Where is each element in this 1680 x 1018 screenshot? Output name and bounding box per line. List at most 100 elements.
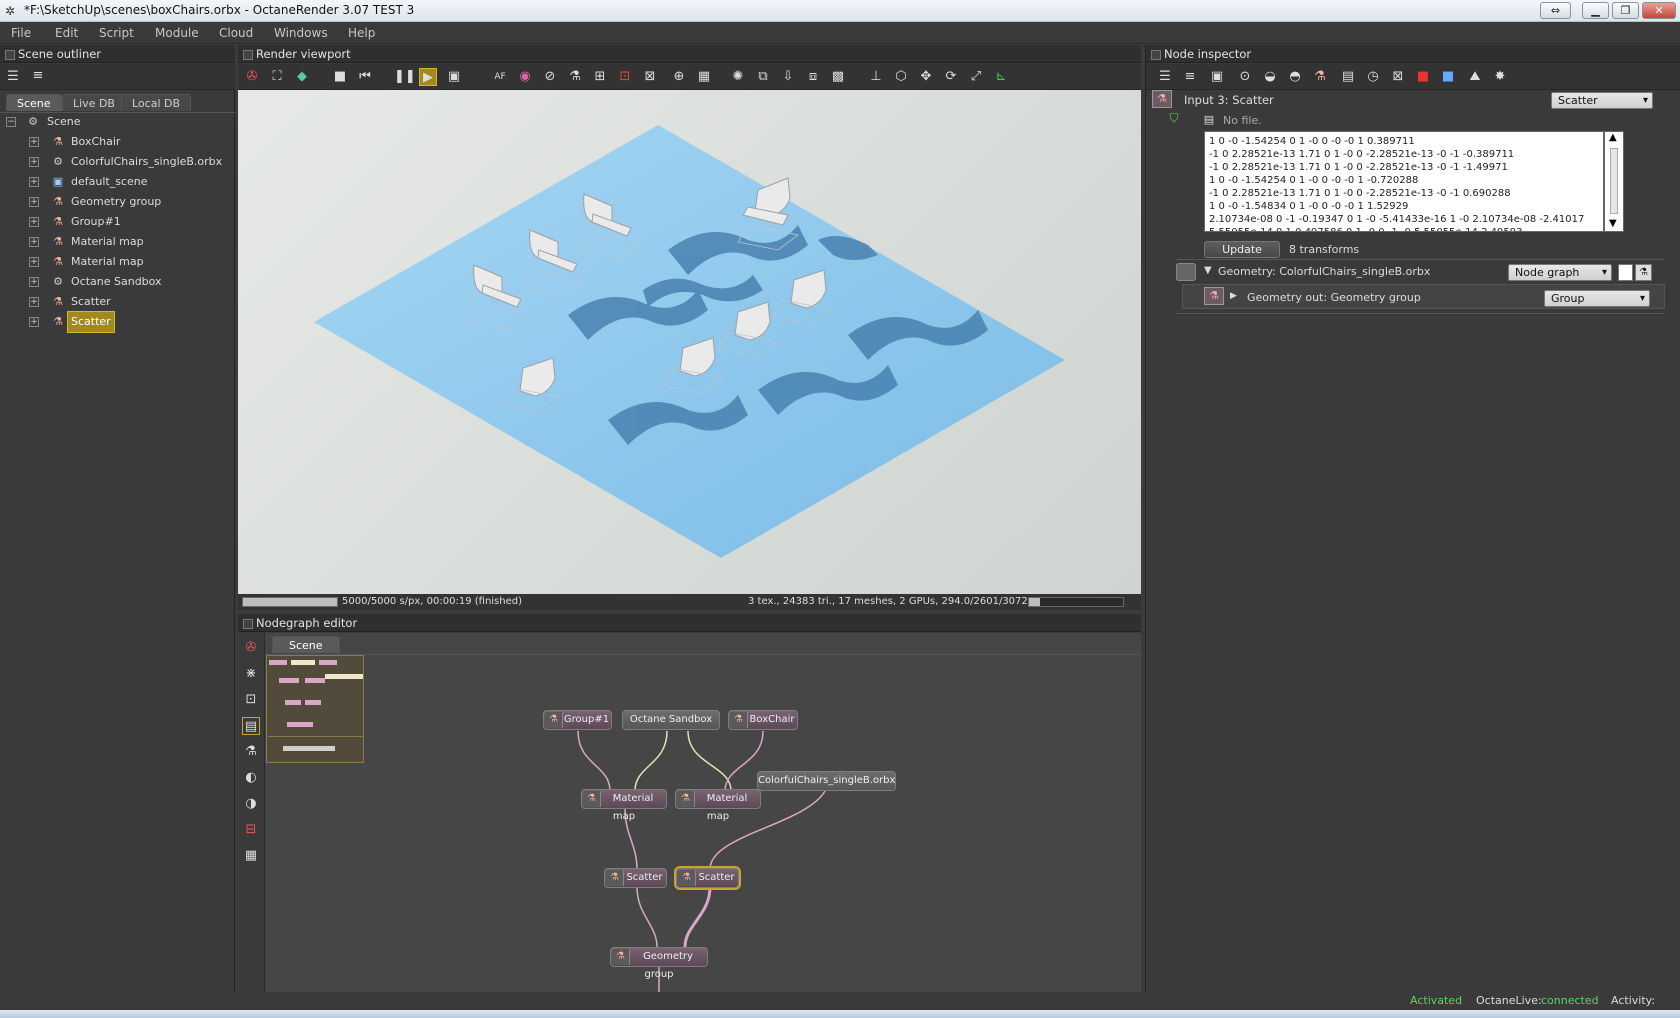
link-options-icon[interactable]: ⚗ [1635, 264, 1652, 281]
box-icon[interactable]: ⬡ [892, 68, 910, 86]
menu-edit[interactable]: Edit [55, 26, 78, 40]
checker-icon[interactable]: ▩ [829, 68, 847, 86]
material-icon[interactable]: ⚗ [566, 68, 584, 86]
tree-item[interactable]: + ⚗ BoxChair [0, 132, 235, 152]
film-icon[interactable]: ◓ [1286, 68, 1304, 86]
geometry-pin-toggle[interactable] [1176, 263, 1196, 281]
copy-icon[interactable]: ⧉ [754, 68, 772, 86]
expand-icon[interactable]: + [29, 257, 39, 267]
close-button[interactable]: ✕ [1642, 2, 1676, 19]
texture-node-icon[interactable]: ◑ [242, 795, 260, 813]
zoom-icon[interactable]: ⊕ [670, 68, 688, 86]
axis-icon[interactable]: ⊾ [992, 68, 1010, 86]
matrix-scrollbar[interactable]: ▲ ▼ [1604, 131, 1624, 232]
tree-item[interactable]: + ⚗ Scatter [0, 311, 235, 333]
minimize-button[interactable]: ▁ [1582, 2, 1609, 19]
menu-cloud[interactable]: Cloud [219, 26, 253, 40]
node-boxchair[interactable]: ⚗ BoxChair [728, 710, 798, 730]
expand-icon[interactable]: + [29, 137, 39, 147]
node-scatter-1[interactable]: ⚗ Scatter [604, 868, 667, 888]
tree-item[interactable]: + ⚙ Octane Sandbox [0, 272, 235, 292]
add-node-icon[interactable]: ⚗ [242, 743, 260, 761]
geometry-out-type-select[interactable]: Group [1544, 290, 1650, 307]
collapse-icon[interactable]: ≡ [1181, 68, 1199, 86]
scroll-down-icon[interactable]: ▼ [1609, 218, 1617, 229]
collapse-icon[interactable]: − [6, 117, 16, 127]
tree-item[interactable]: + ⚗ Material map [0, 252, 235, 272]
pause-icon[interactable]: ❚❚ [394, 68, 416, 86]
tree-item[interactable]: + ⚙ ColorfulChairs_singleB.orbx [0, 152, 235, 172]
menu-windows[interactable]: Windows [274, 26, 328, 40]
tab-live-db[interactable]: Live DB [62, 94, 126, 111]
image-icon[interactable]: ▣ [1208, 68, 1226, 86]
material-node-icon[interactable]: ◐ [242, 769, 260, 787]
light-icon[interactable]: ✸ [1491, 68, 1509, 86]
restore-size-icon[interactable]: ⇔ [1540, 2, 1571, 19]
tree-item[interactable]: + ⚗ Material map [0, 232, 235, 252]
tree-item[interactable]: + ⚗ Group#1 [0, 212, 235, 232]
color-picker-icon[interactable]: ◉ [516, 68, 534, 86]
geometry-mode-select[interactable]: Node graph [1508, 264, 1612, 281]
imager-icon[interactable]: ⛰ [1466, 68, 1484, 86]
scroll-thumb[interactable] [1610, 148, 1618, 214]
fit-icon[interactable]: ⊡ [242, 691, 260, 709]
region-render-icon[interactable]: ⛶ [268, 68, 286, 86]
expand-right-icon[interactable]: ▶ [1230, 291, 1237, 301]
object-picker-icon[interactable]: ⊞ [591, 68, 609, 86]
expand-all-icon[interactable]: ☰ [4, 68, 22, 86]
move-icon[interactable]: ✥ [917, 68, 935, 86]
settings-icon[interactable]: ▤ [1339, 68, 1357, 86]
expand-icon[interactable]: ☰ [1156, 68, 1174, 86]
tab-scene-graph[interactable]: Scene [272, 636, 340, 653]
transform-matrix-field[interactable]: 1 0 -0 -1.54254 0 1 -0 0 -0 -0 1 0.38971… [1204, 131, 1604, 232]
rotate-icon[interactable]: ⟳ [942, 68, 960, 86]
menu-help[interactable]: Help [348, 26, 375, 40]
expand-icon[interactable]: + [29, 177, 39, 187]
kernel-icon[interactable]: ⚗ [1311, 68, 1329, 86]
maximize-button[interactable]: ❐ [1612, 2, 1639, 19]
color-swatch[interactable] [1618, 264, 1633, 281]
expand-icon[interactable]: + [29, 157, 39, 167]
node-material-map-1[interactable]: ⚗ Material map [581, 789, 667, 822]
environment-icon[interactable]: ◒ [1261, 68, 1279, 86]
tab-scene[interactable]: Scene [6, 94, 62, 111]
tree-item[interactable]: + ⚗ Geometry group [0, 192, 235, 212]
white-balance-icon[interactable]: ⊘ [541, 68, 559, 86]
reset-render-icon[interactable]: ✇ [243, 68, 261, 86]
scale-icon[interactable]: ⤢ [967, 68, 985, 86]
stop-icon[interactable]: ■ [331, 68, 349, 86]
export-icon[interactable]: ⇩ [779, 68, 797, 86]
collapse-all-icon[interactable]: ≡ [29, 67, 47, 85]
menu-module[interactable]: Module [155, 26, 199, 40]
node-group1[interactable]: ⚗ Group#1 [543, 710, 612, 730]
node-material-map-2[interactable]: ⚗ Material map [675, 789, 761, 822]
arrange-icon[interactable]: ⋇ [242, 665, 260, 683]
grid-snap-icon[interactable]: ▦ [242, 847, 260, 865]
node-geometry-group[interactable]: ⚗ Geometry group [610, 947, 708, 980]
node-colorful-chairs[interactable]: ColorfulChairs_singleB.orbx [757, 771, 896, 791]
minimap-icon[interactable]: ▤ [242, 717, 260, 735]
camera-target-icon[interactable]: ⊡ [616, 68, 634, 86]
tree-root-scene[interactable]: − ⚙ Scene [0, 112, 235, 132]
expand-icon[interactable]: + [29, 277, 39, 287]
layers-icon[interactable]: ⧈ [804, 68, 822, 86]
focus-icon[interactable]: ⊠ [641, 68, 659, 86]
delete-node-icon[interactable]: ✇ [242, 639, 260, 657]
scroll-up-icon[interactable]: ▲ [1609, 132, 1617, 143]
file-icon[interactable]: ▤ [1202, 113, 1216, 127]
expand-icon[interactable]: + [29, 197, 39, 207]
menu-script[interactable]: Script [99, 26, 134, 40]
node-scatter-2-selected[interactable]: ⚗ Scatter [674, 866, 741, 890]
grid-icon[interactable]: ▦ [695, 68, 713, 86]
lock-view-icon[interactable]: ✺ [729, 68, 747, 86]
auto-focus-icon[interactable]: AF [491, 68, 509, 86]
update-button[interactable]: Update [1204, 241, 1280, 258]
render-target-icon[interactable]: ⊟ [242, 821, 260, 839]
clock-icon[interactable]: ◷ [1364, 68, 1382, 86]
display-icon[interactable]: ▣ [445, 68, 463, 86]
expand-icon[interactable]: + [29, 317, 39, 327]
restart-icon[interactable]: ⏮ [356, 68, 374, 86]
node-octane-sandbox[interactable]: Octane Sandbox [622, 710, 720, 730]
camera-icon[interactable]: ⊙ [1236, 68, 1254, 86]
tree-item[interactable]: + ⚗ Scatter [0, 292, 235, 312]
